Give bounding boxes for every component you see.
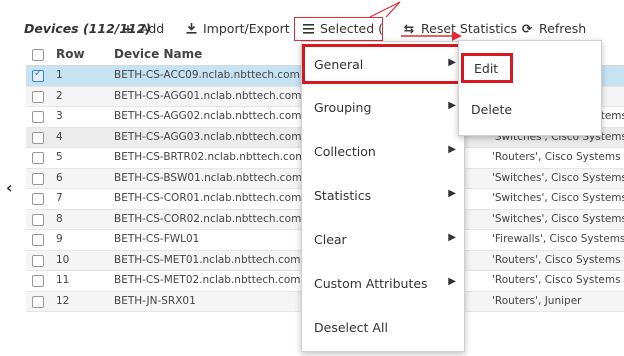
row-number: 11 [56,274,70,286]
add-label: Add [140,21,165,36]
submenu-item-label: Edit [474,61,499,76]
device-type: 'Routers', Cisco Systems [492,274,621,286]
row-checkbox[interactable] [32,90,44,103]
menu-item-clear[interactable]: Clear ▶ [302,220,464,260]
import-export-label: Import/Export [203,21,290,36]
submenu-item-delete[interactable]: Delete [459,99,601,123]
row-checkbox[interactable] [32,111,44,123]
caret-right-icon: ▶ [448,188,456,199]
device-name: BETH-CS-COR01.nclab.nbttech.com [114,192,302,204]
menu-item-label: Statistics [314,188,372,203]
device-type: 'Switches', Cisco Systems [492,212,624,225]
row-checkbox[interactable] [32,152,44,164]
device-name: BETH-CS-BSW01.nclab.nbttech.com [114,171,303,184]
row-checkbox[interactable] [32,234,44,246]
device-type: 'Switches', Cisco Systems [492,171,624,184]
device-name: BETH-CS-MET01.nclab.nbttech.com [114,253,301,266]
download-icon [184,20,198,38]
row-checkbox[interactable] [32,275,44,287]
menu-item-custom-attributes[interactable]: Custom Attributes ▶ [302,264,464,304]
row-checkbox[interactable] [32,172,44,185]
selected-label: Selected (1) [320,21,383,36]
row-number: 8 [56,212,63,225]
refresh-button[interactable]: ⟳ Refresh [520,20,586,38]
selected-context-menu: General ▶ Grouping ▶ Collection ▶ Statis… [301,41,465,352]
row-number: 7 [56,192,63,204]
device-name: BETH-CS-AGG03.nclab.nbttech.com [114,130,302,143]
row-number: 9 [56,233,63,245]
menu-item-label: Deselect All [314,320,388,335]
reset-label: Reset Statistics [421,21,518,36]
add-button[interactable]: + Add [121,20,164,38]
toolbar: Devices (112/112) + Add Import/Export Sel… [0,0,624,41]
device-name-column-header[interactable]: Device Name [114,47,202,61]
row-number: 3 [56,110,63,122]
row-number: 2 [56,89,63,102]
selected-menu-button[interactable]: Selected (1) [294,17,383,41]
menu-item-deselect-all[interactable]: Deselect All [302,308,464,348]
reset-arrows-icon: ⇆ [403,21,415,36]
device-name: BETH-CS-COR02.nclab.nbttech.com [114,212,302,225]
menu-item-statistics[interactable]: Statistics ▶ [302,176,464,216]
submenu-item-label: Delete [471,102,513,117]
menu-item-grouping[interactable]: Grouping ▶ [302,88,464,128]
caret-right-icon: ▶ [448,276,456,287]
submenu-item-edit[interactable]: Edit [461,53,513,83]
refresh-label: Refresh [539,21,587,36]
device-type: 'Switches', Cisco Systems [492,192,624,204]
device-type: 'Firewalls', Cisco Systems [492,233,624,245]
menu-item-label: General [314,57,364,72]
menu-item-label: Grouping [314,100,372,115]
menu-item-label: Clear [314,232,347,247]
device-name: BETH-CS-AGG01.nclab.nbttech.com [114,89,302,102]
device-name: BETH-JN-SRX01 [114,294,196,307]
caret-right-icon: ▶ [448,232,456,243]
device-name: BETH-CS-FWL01 [114,233,200,245]
caret-right-icon: ▶ [448,100,456,111]
row-number: 10 [56,253,70,266]
caret-right-icon: ▶ [448,57,456,68]
chevron-left-icon[interactable]: ‹ [6,180,18,196]
device-type: 'Routers', Cisco Systems [492,253,621,266]
device-type: 'Routers', Juniper [492,294,582,307]
caret-right-icon: ▶ [448,144,456,155]
device-name: BETH-CS-MET02.nclab.nbttech.com [114,274,301,286]
device-name: BETH-CS-AGG02.nclab.nbttech.com [114,110,302,122]
refresh-icon: ⟳ [521,21,533,36]
row-checkbox[interactable] [32,68,44,82]
row-number: 4 [56,130,63,143]
row-number: 1 [56,69,63,81]
row-checkbox[interactable] [32,213,44,226]
menu-item-collection[interactable]: Collection ▶ [302,132,464,172]
menu-lines-icon [301,18,315,40]
menu-item-general[interactable]: General ▶ [302,44,464,84]
row-number: 6 [56,171,63,184]
device-type: 'Routers', Cisco Systems [492,151,621,163]
general-submenu: Edit Delete [458,40,602,136]
import-export-button[interactable]: Import/Export [184,20,290,38]
plus-icon: + [122,21,134,36]
row-checkbox[interactable] [32,131,44,144]
device-name: BETH-CS-ACC09.nclab.nbttech.com [114,69,300,81]
menu-item-label: Custom Attributes [314,276,428,291]
device-name: BETH-CS-BRTR02.nclab.nbttech.com [114,151,306,163]
select-all-checkbox[interactable] [32,49,44,61]
menu-item-label: Collection [314,144,376,159]
row-number: 12 [56,294,70,307]
row-checkbox[interactable] [32,295,44,308]
row-number: 5 [56,151,63,163]
row-checkbox[interactable] [32,254,44,267]
row-checkbox[interactable] [32,193,44,205]
row-column-header[interactable]: Row [56,47,85,61]
reset-statistics-button[interactable]: ⇆ Reset Statistics [402,20,517,38]
